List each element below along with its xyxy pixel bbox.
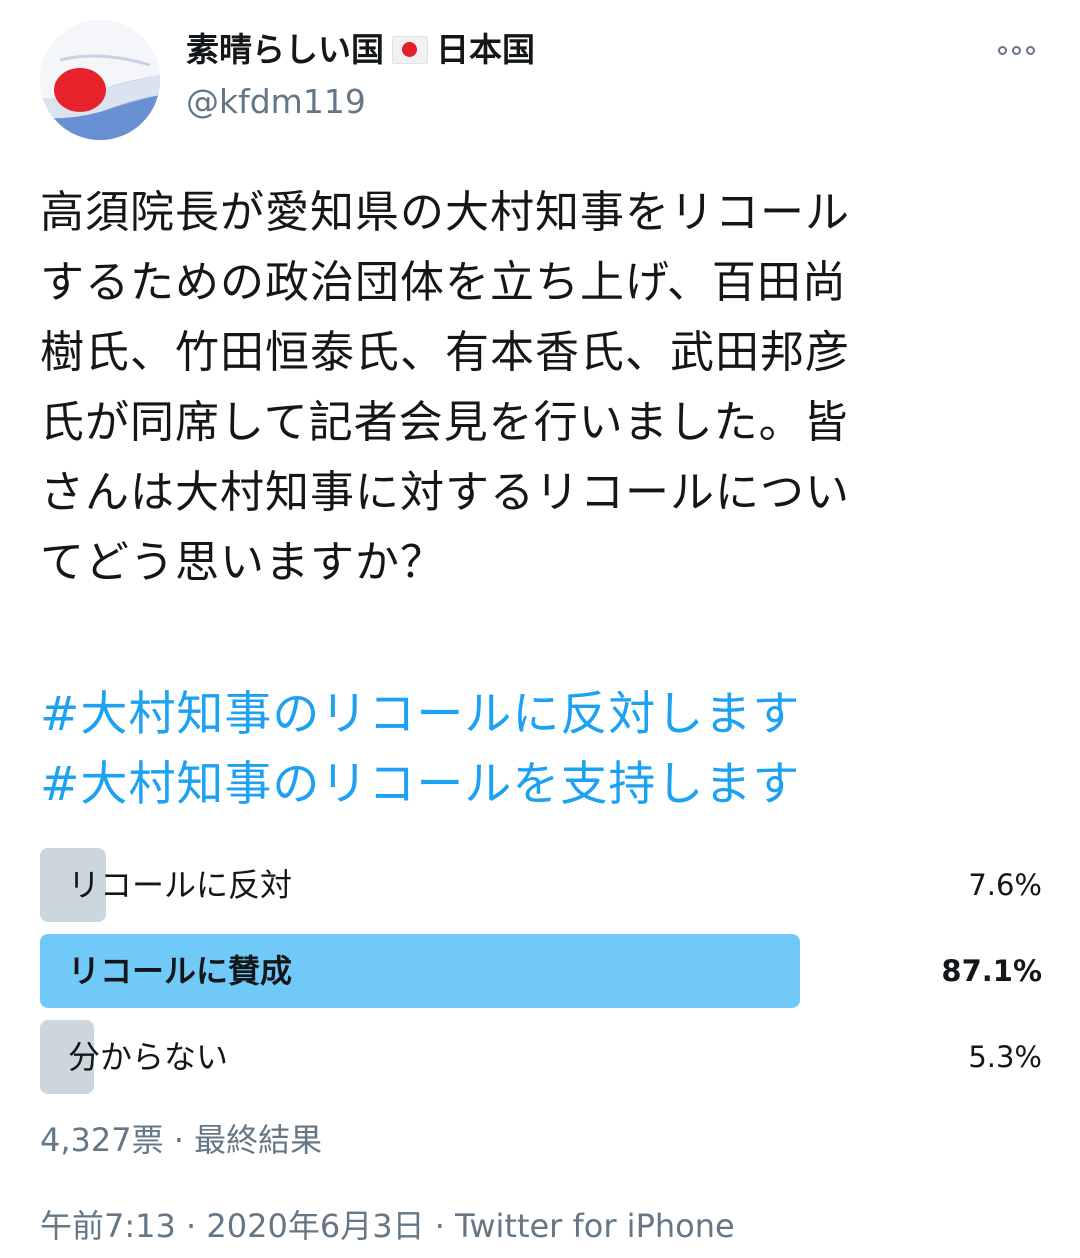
more-options-icon[interactable] bbox=[998, 40, 1042, 60]
tweet-date[interactable]: 2020年6月3日 bbox=[206, 1207, 424, 1245]
tweet-timestamp: 午前7:13 · 2020年6月3日 · Twitter for iPhone bbox=[40, 1204, 735, 1248]
poll-option: リコールに反対 7.6% bbox=[40, 848, 1042, 922]
user-handle[interactable]: @kfdm119 bbox=[186, 80, 366, 124]
display-name-suffix: 日本国 bbox=[436, 30, 535, 69]
japan-flag-avatar-image bbox=[40, 20, 160, 140]
poll-summary: 4,327票 · 最終結果 bbox=[40, 1118, 322, 1162]
poll-option: リコールに賛成 87.1% bbox=[40, 934, 1042, 1008]
separator: · bbox=[186, 1207, 197, 1245]
tweet-text-line: 樹氏、竹田恒泰氏、有本香氏、武田邦彦 bbox=[40, 327, 850, 378]
tweet-text-line: 高須院長が愛知県の大村知事をリコール bbox=[40, 187, 850, 238]
display-name[interactable]: 素晴らしい国 日本国 bbox=[186, 28, 535, 72]
tweet-text: 高須院長が愛知県の大村知事をリコール するための政治団体を立ち上げ、百田尚 樹氏… bbox=[40, 178, 1040, 598]
hashtag-link-support[interactable]: #大村知事のリコールを支持します bbox=[40, 750, 800, 820]
poll-option: 分からない 5.3% bbox=[40, 1020, 1042, 1094]
tweet-source-link[interactable]: Twitter for iPhone bbox=[455, 1207, 735, 1245]
hashtags: #大村知事のリコールに反対します #大村知事のリコールを支持します bbox=[40, 680, 800, 820]
tweet-text-line: さんは大村知事に対するリコールについ bbox=[40, 467, 850, 518]
tweet-text-line: するための政治団体を立ち上げ、百田尚 bbox=[40, 257, 847, 308]
tweet-text-line: 氏が同席して記者会見を行いました。皆 bbox=[40, 397, 849, 448]
tweet-time[interactable]: 午前7:13 bbox=[40, 1207, 176, 1245]
poll-option-label: リコールに賛成 bbox=[68, 952, 293, 990]
poll-option-label: 分からない bbox=[68, 1038, 229, 1076]
poll-option-percent: 7.6% bbox=[968, 868, 1042, 902]
poll-votes: 4,327票 bbox=[40, 1121, 164, 1159]
separator: · bbox=[434, 1207, 445, 1245]
separator: · bbox=[173, 1121, 184, 1159]
hashtag-link-oppose[interactable]: #大村知事のリコールに反対します bbox=[40, 680, 800, 750]
display-name-text: 素晴らしい国 bbox=[186, 30, 384, 69]
avatar[interactable] bbox=[40, 20, 160, 140]
poll-option-label: リコールに反対 bbox=[68, 866, 293, 904]
poll-option-percent: 5.3% bbox=[968, 1040, 1042, 1074]
japan-flag-icon bbox=[392, 36, 428, 64]
tweet-text-line: てどう思いますか？ bbox=[40, 537, 445, 588]
poll-status: 最終結果 bbox=[194, 1121, 323, 1159]
poll: リコールに反対 7.6% リコールに賛成 87.1% 分からない 5.3% bbox=[40, 848, 1042, 1106]
poll-option-percent: 87.1% bbox=[941, 954, 1042, 988]
